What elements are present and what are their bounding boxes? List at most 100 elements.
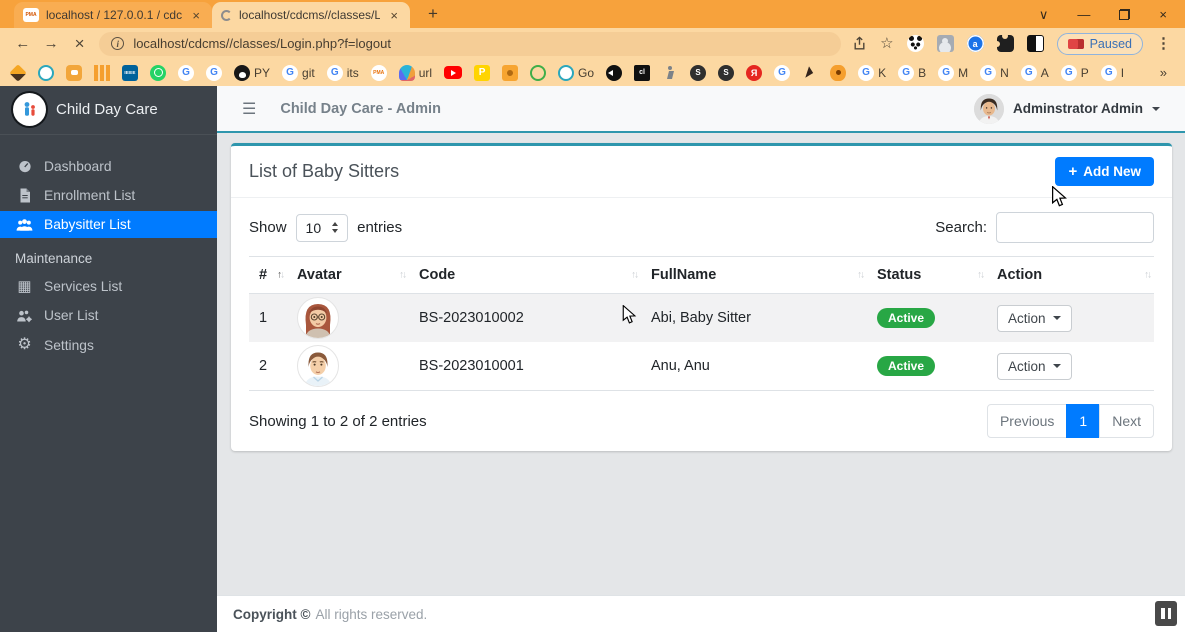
column-header-avatar[interactable]: Avatar (287, 257, 409, 294)
bookmark-item[interactable]: Go (558, 65, 594, 81)
page-number-button[interactable]: 1 (1066, 404, 1100, 438)
previous-page-button[interactable]: Previous (987, 404, 1067, 438)
column-header-status[interactable]: Status (867, 257, 987, 294)
action-button[interactable]: Action (997, 353, 1072, 380)
tab-title: localhost / 127.0.0.1 / cdcms_db (46, 8, 182, 22)
tab-search-icon[interactable]: ∨ (1039, 8, 1049, 21)
column-header-fullname[interactable]: FullName (641, 257, 867, 294)
bookmark-item[interactable]: K (858, 65, 886, 81)
card-title: List of Baby Sitters (249, 161, 399, 182)
stop-loading-button[interactable]: × (71, 35, 88, 52)
site-info-icon[interactable]: i (111, 37, 124, 50)
bookmark-label: P (1081, 66, 1089, 80)
pause-overlay-button[interactable] (1155, 601, 1177, 626)
bookmark-item[interactable]: url (399, 65, 432, 81)
search-control: Search: (935, 212, 1154, 243)
sidebar-item-settings[interactable]: Settings (0, 331, 217, 359)
panda-extension-icon[interactable] (907, 35, 924, 52)
tab-close-icon[interactable]: × (189, 9, 203, 22)
bookmark-item[interactable] (178, 65, 194, 81)
bookmark-item[interactable] (150, 65, 166, 81)
add-new-button[interactable]: Add New (1055, 157, 1154, 186)
bookmark-item[interactable] (10, 65, 26, 81)
close-window-button[interactable]: × (1159, 8, 1167, 21)
bookmark-item[interactable]: N (980, 65, 1009, 81)
bookmark-item[interactable] (746, 65, 762, 81)
column-header-code[interactable]: Code (409, 257, 641, 294)
sidebar-item-label: Settings (44, 338, 94, 353)
bookmark-item[interactable]: its (327, 65, 359, 81)
bookmark-item[interactable] (66, 65, 82, 81)
profile-extension-icon[interactable] (937, 35, 954, 52)
whatsapp-icon (150, 65, 166, 81)
sidebar-item-label: User List (44, 308, 98, 323)
bookmark-item[interactable] (718, 65, 734, 81)
new-tab-button[interactable]: + (422, 4, 444, 24)
contrast-extension-icon[interactable] (1027, 35, 1044, 52)
search-label: Search: (935, 219, 987, 236)
tab-cdcms-active[interactable]: localhost/cdcms//classes/Login.p × (212, 2, 410, 28)
column-header-action[interactable]: Action (987, 257, 1154, 294)
bookmark-item[interactable]: git (282, 65, 315, 81)
sidebar-item-services-list[interactable]: Services List (0, 273, 217, 300)
bookmark-item[interactable] (371, 65, 387, 81)
tab-close-icon[interactable]: × (387, 9, 401, 22)
bookmark-item[interactable] (690, 65, 706, 81)
a-extension-icon[interactable] (967, 35, 984, 52)
table-footer: Showing 1 to 2 of 2 entries Previous 1 N… (249, 404, 1154, 438)
bookmark-label: its (347, 66, 359, 80)
bookmark-item[interactable] (802, 65, 818, 81)
bookmark-item[interactable] (662, 65, 678, 81)
sidebar-item-enrollment-list[interactable]: Enrollment List (0, 182, 217, 209)
column-header-num[interactable]: # (249, 257, 287, 294)
sidebar-item-dashboard[interactable]: Dashboard (0, 152, 217, 180)
bookmark-item[interactable] (530, 65, 546, 81)
forward-button[interactable]: → (42, 36, 59, 51)
bookmark-label: B (918, 66, 926, 80)
address-bar[interactable]: i localhost/cdcms//classes/Login.php?f=l… (99, 32, 841, 56)
babysitters-card: List of Baby Sitters Add New Show 10 (231, 143, 1172, 451)
table-row: 2 BS-2023010001 Anu, Anu Active Action (249, 342, 1154, 391)
bookmark-item[interactable]: M (938, 65, 968, 81)
user-menu[interactable]: Adminstrator Admin (974, 94, 1160, 124)
bookmarks-overflow-icon[interactable]: » (1152, 65, 1175, 80)
babysitter-avatar-male (297, 345, 339, 387)
bookmark-item[interactable] (94, 65, 110, 81)
bookmark-item[interactable] (206, 65, 222, 81)
bookmark-item[interactable] (444, 66, 462, 79)
bookmark-item[interactable]: B (898, 65, 926, 81)
brand[interactable]: Child Day Care (0, 86, 217, 135)
bookmark-star-icon[interactable] (880, 34, 893, 53)
search-input[interactable] (996, 212, 1154, 243)
sidebar-item-babysitter-list[interactable]: Babysitter List (0, 211, 217, 238)
next-page-button[interactable]: Next (1099, 404, 1154, 438)
bookmark-item[interactable]: A (1021, 65, 1049, 81)
extensions-puzzle-icon[interactable] (997, 35, 1014, 52)
card-header: List of Baby Sitters Add New (231, 146, 1172, 198)
page-size-select[interactable]: 10 (296, 214, 349, 242)
share-icon[interactable] (852, 36, 867, 51)
gear-icon (15, 337, 34, 353)
restore-button[interactable] (1119, 9, 1130, 20)
bookmark-item[interactable]: P (1061, 65, 1089, 81)
browser-menu-icon[interactable] (1156, 34, 1171, 53)
back-button[interactable]: ← (14, 36, 31, 51)
top-navbar: Child Day Care - Admin Adminstrator Admi… (217, 86, 1185, 133)
bookmark-item[interactable]: I (1101, 65, 1124, 81)
sidebar-item-user-list[interactable]: User List (0, 302, 217, 329)
bookmark-item[interactable] (122, 65, 138, 81)
bookmark-item[interactable] (774, 65, 790, 81)
bookmark-item[interactable] (502, 65, 518, 81)
bookmark-item[interactable] (606, 65, 622, 81)
bookmark-item[interactable] (474, 65, 490, 81)
hamburger-menu-icon[interactable] (242, 99, 256, 119)
caret-down-icon (1053, 364, 1061, 368)
tab-phpmyadmin[interactable]: localhost / 127.0.0.1 / cdcms_db × (14, 2, 212, 28)
action-button[interactable]: Action (997, 305, 1072, 332)
bookmark-item[interactable] (830, 65, 846, 81)
minimize-button[interactable]: — (1077, 8, 1090, 21)
bookmark-item[interactable]: PY (234, 65, 270, 81)
paused-extension-button[interactable]: Paused (1057, 33, 1143, 55)
bookmark-item[interactable] (634, 65, 650, 81)
bookmark-item[interactable] (38, 65, 54, 81)
